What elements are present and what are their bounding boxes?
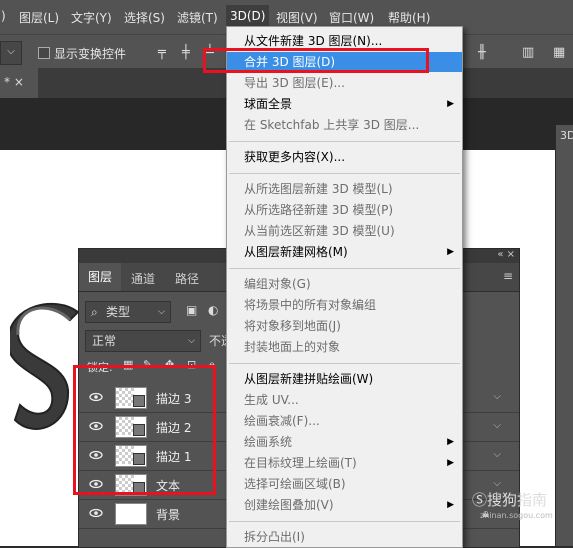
- menu-item-spherical-panorama[interactable]: 球面全景 ▶: [227, 94, 462, 114]
- show-transform-checkbox[interactable]: [38, 47, 50, 59]
- annotation-highlight-layers: [73, 365, 216, 495]
- document-tab[interactable]: * ×: [0, 68, 38, 98]
- search-icon: ⌕: [91, 305, 98, 319]
- blend-mode-value: 正常: [92, 334, 117, 348]
- filter-type-label: 类型: [106, 305, 131, 319]
- menu-filter[interactable]: 滤镜(T): [177, 9, 218, 26]
- menu-window[interactable]: 窗口(W): [329, 9, 374, 26]
- menu-separator: [229, 173, 460, 174]
- document-tab-close[interactable]: * ×: [4, 75, 24, 89]
- menu-item-generate-uv[interactable]: 生成 UV...: [227, 390, 462, 410]
- menu-3d-dropdown: 从文件新建 3D 图层(N)... 合并 3D 图层(D) 导出 3D 图层(E…: [226, 26, 463, 548]
- menu-item-paint-target-texture[interactable]: 在目标纹理上绘画(T) ▶: [227, 453, 462, 473]
- submenu-arrow-icon: ▶: [447, 458, 454, 468]
- menu-item-paint-overlay[interactable]: 创建绘图叠加(V) ▶: [227, 495, 462, 515]
- watermark-logo-icon: Ⓢ: [472, 491, 488, 509]
- panel-menu-icon[interactable]: ≡: [503, 269, 513, 283]
- menu-item-group-objects[interactable]: 编组对象(G): [227, 274, 462, 294]
- submenu-arrow-icon: ▶: [447, 247, 454, 257]
- chevron-down-icon: ⌵: [188, 336, 195, 346]
- menu-item-model-from-layer[interactable]: 从所选图层新建 3D 模型(L): [227, 179, 462, 199]
- menu-item-share-sketchfab[interactable]: 在 Sketchfab 上共享 3D 图层...: [227, 115, 462, 135]
- tab-channels[interactable]: 通道: [131, 270, 155, 287]
- right-panel-label: 3D: [560, 129, 573, 142]
- menu-item-model-from-selection[interactable]: 从当前选区新建 3D 模型(U): [227, 221, 462, 241]
- watermark: Ⓢ搜狗指南: [472, 489, 547, 510]
- menu-separator: [229, 268, 460, 269]
- chevron-down-icon[interactable]: ⌵: [493, 391, 501, 402]
- menu-separator: [229, 141, 460, 142]
- auto-align-icon[interactable]: ▥: [522, 45, 534, 60]
- menu-item-select-paintable[interactable]: 选择可绘画区域(B): [227, 474, 462, 494]
- tab-layers[interactable]: 图层: [79, 263, 122, 291]
- menu-3d[interactable]: 3D(D): [226, 5, 270, 27]
- menu-separator: [229, 521, 460, 522]
- watermark-text: 搜狗指南: [487, 491, 548, 509]
- menu-item-group-all-objects[interactable]: 将场景中的所有对象编组: [227, 295, 462, 315]
- layer-thumbnail: [115, 503, 147, 525]
- panel-collapse-close[interactable]: « ×: [497, 249, 515, 260]
- menu-item-paint-system[interactable]: 绘画系统 ▶: [227, 432, 462, 452]
- menu-help[interactable]: 帮助(H): [388, 9, 430, 26]
- menu-item-export-3d-layer[interactable]: 导出 3D 图层(E)...: [227, 73, 462, 93]
- chevron-down-icon[interactable]: ⌵: [493, 420, 501, 431]
- distribute-icon[interactable]: ╫: [478, 45, 486, 60]
- menu-select[interactable]: 选择(S): [124, 9, 165, 26]
- menu-separator: [229, 363, 460, 364]
- menu-cut-item[interactable]: ): [1, 9, 6, 23]
- menu-layer[interactable]: 图层(L): [19, 9, 59, 26]
- layer-filter-dropdown[interactable]: ⌕ 类型 ⌵: [85, 301, 171, 323]
- submenu-arrow-icon: ▶: [447, 99, 454, 109]
- menu-item-tiled-painting[interactable]: 从图层新建拼贴绘画(W): [227, 369, 462, 389]
- tab-paths[interactable]: 路径: [175, 270, 199, 287]
- chevron-down-icon[interactable]: ⌵: [493, 478, 501, 489]
- menu-item-mesh-from-layer[interactable]: 从图层新建网格(M) ▶: [227, 242, 462, 262]
- menu-item-pack-on-ground[interactable]: 封装地面上的对象: [227, 337, 462, 357]
- align-vcenter-icon[interactable]: ╪: [182, 45, 190, 60]
- menu-item-get-more-content[interactable]: 获取更多内容(X)...: [227, 147, 462, 167]
- menu-item-paint-falloff[interactable]: 绘画衰减(F)...: [227, 411, 462, 431]
- align-top-icon[interactable]: ╤: [158, 45, 166, 60]
- menu-view[interactable]: 视图(V): [276, 9, 318, 26]
- chevron-down-icon[interactable]: ⌵: [493, 449, 501, 460]
- tool-preset-dropdown[interactable]: ⌵: [0, 41, 22, 65]
- menu-item-split-extrusion[interactable]: 拆分凸出(I): [227, 527, 462, 547]
- image-filter-icon[interactable]: ▣: [186, 303, 197, 317]
- submenu-arrow-icon: ▶: [447, 500, 454, 510]
- annotation-highlight-merge: [203, 48, 429, 73]
- 3d-letter-shape: [10, 303, 80, 430]
- chevron-down-icon: ⌵: [158, 307, 165, 317]
- adjust-filter-icon[interactable]: ◐: [208, 303, 218, 317]
- menu-type[interactable]: 文字(Y): [71, 9, 112, 26]
- menu-item-model-from-path[interactable]: 从所选路径新建 3D 模型(P): [227, 200, 462, 220]
- menu-item-move-to-ground[interactable]: 将对象移到地面(J): [227, 316, 462, 336]
- eye-icon[interactable]: [89, 506, 103, 520]
- layer-name: 背景: [156, 508, 181, 522]
- blend-mode-dropdown[interactable]: 正常 ⌵: [85, 330, 201, 352]
- right-3d-panel: 3D: [555, 125, 573, 546]
- arrange-icon[interactable]: ▦: [553, 45, 565, 60]
- submenu-arrow-icon: ▶: [447, 437, 454, 447]
- watermark-url: zhinan.sogou.com: [480, 511, 553, 520]
- show-transform-label: 显示变换控件: [54, 47, 127, 61]
